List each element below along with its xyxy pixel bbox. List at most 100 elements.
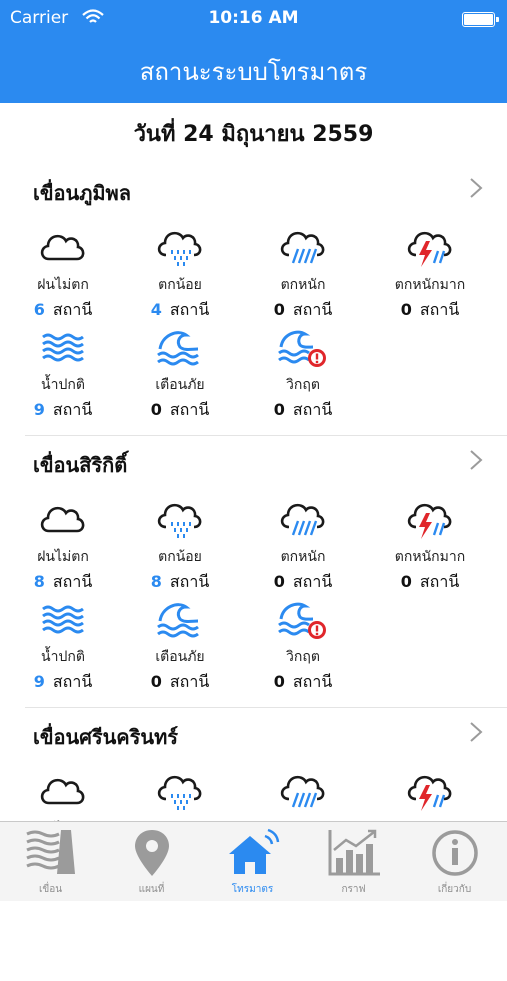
stat-count: 0 สถานี [240, 398, 366, 423]
stat-count-value: 0 [400, 572, 412, 591]
stat-label: ตกหนักมาก [394, 549, 466, 565]
station-stat: ตกหนักมาก 0 สถานี [367, 497, 493, 595]
stat-count-unit: สถานี [52, 300, 93, 319]
stat-count-unit: สถานี [419, 572, 460, 591]
tab-label: เกี่ยวกับ [437, 884, 472, 895]
tab-telemetry[interactable]: โทรมาตร [202, 822, 303, 901]
stat-count-unit: สถานี [292, 400, 333, 419]
map-pin-icon [134, 830, 169, 876]
stat-count-value: 9 [33, 400, 45, 419]
stat-count: 9 สถานี [0, 670, 126, 695]
station-stat: เตือนภัย 0 สถานี [117, 597, 243, 695]
station-stat: ฝนไม่ตก 6 สถานี [0, 225, 126, 323]
station-stat: เตือนภัย 0 สถานี [117, 325, 243, 423]
chevron-right-icon[interactable] [465, 447, 487, 473]
stat-count: 0 สถานี [240, 670, 366, 695]
section-title[interactable]: เขื่อนภูมิพล [33, 177, 131, 209]
tab-label: เขื่อน [38, 884, 63, 895]
chevron-right-icon[interactable] [465, 175, 487, 201]
stat-count-value: 0 [273, 400, 285, 419]
stat-label: น้ำปกติ [41, 377, 85, 393]
light-rain-icon [157, 503, 202, 538]
dam-icon [25, 830, 75, 874]
stat-count: 9 สถานี [0, 398, 126, 423]
stat-label: วิกฤต [286, 649, 320, 665]
stat-label: เตือนภัย [155, 649, 205, 665]
tab-label: แผนที่ [138, 884, 165, 895]
status-time: 10:16 AM [208, 8, 299, 28]
home-signal-icon [228, 828, 279, 874]
top-bar: Carrier 10:16 AM สถานะระบบโทรมาตร [0, 0, 507, 103]
stat-label: ตกหนัก [280, 277, 326, 293]
section-title[interactable]: เขื่อนสิริกิติ์ [33, 449, 127, 481]
station-stat: ตกหนักมาก 0 สถานี [367, 225, 493, 323]
tab-about[interactable]: เกี่ยวกับ [404, 822, 505, 901]
stat-count-unit: สถานี [169, 572, 210, 591]
stat-count-unit: สถานี [419, 300, 460, 319]
graph-icon [328, 829, 380, 876]
stat-count-value: 9 [33, 672, 45, 691]
stat-count-value: 0 [400, 300, 412, 319]
section-divider [25, 707, 507, 708]
tab-label: กราฟ [341, 884, 366, 895]
stat-count: 0 สถานี [117, 398, 243, 423]
page-title: สถานะระบบโทรมาตร [139, 58, 368, 86]
tab-label: โทรมาตร [231, 884, 274, 895]
dam-section: เขื่อนสิริกิติ์ฝนไม่ตก 8 สถานี ตกน้อย 8 สถานี… [0, 449, 507, 709]
dam-section: เขื่อนภูมิพล ฝนไม่ตก 6 สถานี ตกน้อย 4 สถานี ตกห… [0, 177, 507, 437]
stat-count-value: 0 [150, 400, 162, 419]
stat-label: น้ำปกติ [41, 649, 85, 665]
stat-count: 0 สถานี [367, 570, 493, 595]
heavy-rain-icon [280, 231, 325, 264]
light-rain-icon [157, 231, 202, 266]
stat-label: เตือนภัย [155, 377, 205, 393]
tab-bar: เขื่อน แผนที่ โทรมาตร กราฟ เกี่ยวกับ [0, 821, 507, 901]
storm-icon [407, 503, 452, 539]
cloud-icon [40, 506, 85, 533]
stat-label: ตกหนักมาก [394, 277, 466, 293]
stat-count-value: 8 [150, 572, 162, 591]
stat-count: 6 สถานี [0, 298, 126, 323]
cloud-icon [40, 778, 85, 805]
water-normal-icon [42, 333, 84, 362]
station-stat: ตกหนัก 0 สถานี [240, 497, 366, 595]
station-stat: ตกน้อย 8 สถานี [117, 497, 243, 595]
info-icon [431, 830, 478, 876]
stat-count: 0 สถานี [367, 298, 493, 323]
stat-count: 8 สถานี [0, 570, 126, 595]
chevron-right-icon[interactable] [465, 719, 487, 745]
tab-graph[interactable]: กราฟ [303, 822, 404, 901]
stat-count-unit: สถานี [52, 572, 93, 591]
stat-count-unit: สถานี [169, 400, 210, 419]
status-bar: Carrier 10:16 AM [0, 0, 507, 36]
tab-map[interactable]: แผนที่ [101, 822, 202, 901]
section-title[interactable]: เขื่อนศรีนครินทร์ [33, 721, 178, 753]
stat-label: ตกหนัก [280, 549, 326, 565]
cloud-icon [40, 234, 85, 261]
water-normal-icon [42, 605, 84, 634]
stat-count-unit: สถานี [292, 572, 333, 591]
section-divider [25, 435, 507, 436]
tab-dam[interactable]: เขื่อน [0, 822, 101, 901]
station-stat: วิกฤต 0 สถานี [240, 597, 366, 695]
station-stat: วิกฤต 0 สถานี [240, 325, 366, 423]
wave-warning-icon [157, 603, 199, 638]
wave-critical-icon [278, 330, 326, 367]
stat-label: ฝนไม่ตก [37, 549, 89, 565]
stat-count-unit: สถานี [169, 300, 210, 319]
light-rain-icon [157, 775, 202, 810]
station-stat: ฝนไม่ตก 8 สถานี [0, 497, 126, 595]
battery-icon [462, 12, 499, 27]
station-stat: ตกน้อย 4 สถานี [117, 225, 243, 323]
stat-label: ตกน้อย [158, 277, 202, 293]
stat-label: วิกฤต [286, 377, 320, 393]
stat-count-unit: สถานี [292, 300, 333, 319]
stat-count-value: 6 [33, 300, 45, 319]
stat-count-value: 8 [33, 572, 45, 591]
stat-count: 0 สถานี [117, 670, 243, 695]
stat-label: ตกน้อย [158, 549, 202, 565]
stat-count-value: 4 [150, 300, 162, 319]
stat-count-unit: สถานี [292, 672, 333, 691]
wave-critical-icon [278, 602, 326, 639]
stat-count-unit: สถานี [169, 672, 210, 691]
